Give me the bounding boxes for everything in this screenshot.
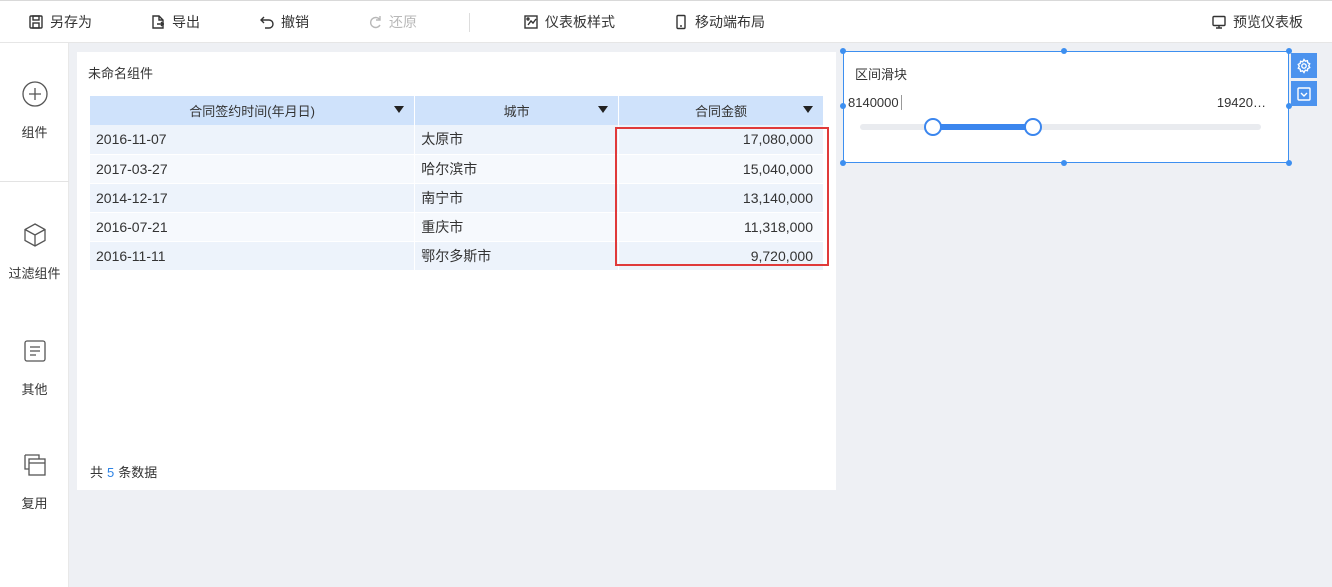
mobile-icon xyxy=(676,14,686,30)
palette-icon xyxy=(524,15,538,29)
city-cell: 南宁市 xyxy=(414,183,620,213)
table-widget[interactable]: 未命名组件 合同签约时间(年月日) 城市 合同金额 2016-11-07 太原市… xyxy=(77,52,836,490)
footer-suffix: 条数据 xyxy=(118,465,158,480)
column-header-date[interactable]: 合同签约时间(年月日) xyxy=(90,96,416,125)
widget-title: 未命名组件 xyxy=(88,66,154,81)
slider-max-value[interactable]: 19420… xyxy=(1217,95,1266,110)
date-cell: 2016-11-11 xyxy=(90,241,416,271)
column-header-label: 合同金额 xyxy=(695,104,748,119)
amount-cell: 9,720,000 xyxy=(618,241,824,271)
save-icon xyxy=(29,15,43,29)
document-icon xyxy=(23,340,46,362)
widget-settings-button[interactable] xyxy=(1291,53,1317,78)
column-header-amount[interactable]: 合同金额 xyxy=(618,96,824,125)
slider-start-handle[interactable] xyxy=(924,118,942,136)
footer-prefix: 共 xyxy=(90,465,104,480)
table-header-row: 合同签约时间(年月日) 城市 合同金额 xyxy=(90,96,824,125)
redo-label: 还原 xyxy=(389,14,417,30)
date-cell: 2016-07-21 xyxy=(90,212,416,242)
slider-min-value[interactable]: 8140000 xyxy=(848,95,902,110)
table-row: 2014-12-17 南宁市 13,140,000 xyxy=(90,183,824,213)
dashboard-style-label: 仪表板样式 xyxy=(545,14,615,30)
sidebar-item-label: 复用 xyxy=(21,496,48,511)
monitor-icon xyxy=(1212,15,1226,29)
sidebar-item-label: 组件 xyxy=(21,125,48,140)
preview-label: 预览仪表板 xyxy=(1233,14,1303,30)
row-count-footer: 共 5 条数据 xyxy=(90,462,157,481)
date-cell: 2014-12-17 xyxy=(90,183,416,213)
column-header-city[interactable]: 城市 xyxy=(414,96,620,125)
column-header-label: 合同签约时间(年月日) xyxy=(189,104,315,119)
export-icon xyxy=(152,15,164,29)
resize-handle[interactable] xyxy=(1061,48,1067,54)
slider-title: 区间滑块 xyxy=(855,67,908,82)
column-header-label: 城市 xyxy=(503,104,530,119)
component-sidebar: 组件 过滤组件 其他 复用 xyxy=(0,43,69,587)
chevron-down-icon xyxy=(1297,86,1311,101)
amount-cell: 17,080,000 xyxy=(618,125,824,155)
top-toolbar: 另存为 导出 撤销 还原 仪表板样式 移动端布局 预览仪表板 xyxy=(0,0,1332,43)
redo-icon xyxy=(370,16,381,29)
amount-cell: 11,318,000 xyxy=(618,212,824,242)
cube-icon xyxy=(23,223,46,247)
city-cell: 重庆市 xyxy=(414,212,620,242)
mobile-layout-button[interactable]: 移动端布局 xyxy=(673,12,765,32)
sidebar-item-reuse[interactable]: 复用 xyxy=(0,451,69,512)
amount-cell: 13,140,000 xyxy=(618,183,824,213)
resize-handle[interactable] xyxy=(840,103,846,109)
export-button[interactable]: 导出 xyxy=(150,12,200,32)
undo-label: 撤销 xyxy=(281,14,309,30)
resize-handle[interactable] xyxy=(1061,160,1067,166)
save-as-button[interactable]: 另存为 xyxy=(28,12,92,32)
dashboard-style-button[interactable]: 仪表板样式 xyxy=(523,12,615,32)
city-cell: 太原市 xyxy=(414,125,620,155)
save-as-label: 另存为 xyxy=(50,14,92,30)
sidebar-divider xyxy=(0,181,69,182)
date-cell: 2016-11-07 xyxy=(90,125,416,155)
gear-icon xyxy=(1297,57,1311,74)
mobile-layout-label: 移动端布局 xyxy=(695,14,765,30)
sort-dropdown-icon[interactable] xyxy=(803,106,813,113)
city-cell: 哈尔滨市 xyxy=(414,154,620,184)
export-label: 导出 xyxy=(172,14,200,30)
table-row: 2016-11-11 鄂尔多斯市 9,720,000 xyxy=(90,241,824,271)
amount-cell: 15,040,000 xyxy=(618,154,824,184)
resize-handle[interactable] xyxy=(840,160,846,166)
sidebar-item-filter-components[interactable]: 过滤组件 xyxy=(0,221,69,282)
slider-end-handle[interactable] xyxy=(1024,118,1042,136)
table-row: 2017-03-27 哈尔滨市 15,040,000 xyxy=(90,154,824,184)
redo-button[interactable]: 还原 xyxy=(367,12,417,32)
sidebar-item-others[interactable]: 其他 xyxy=(0,337,69,398)
preview-dashboard-button[interactable]: 预览仪表板 xyxy=(1211,12,1303,32)
sidebar-item-label: 过滤组件 xyxy=(8,266,61,281)
undo-icon xyxy=(260,16,274,29)
sort-dropdown-icon[interactable] xyxy=(394,106,405,113)
plus-circle-icon xyxy=(21,81,48,107)
city-cell: 鄂尔多斯市 xyxy=(414,241,620,271)
table-row: 2016-07-21 重庆市 11,318,000 xyxy=(90,212,824,242)
data-table: 合同签约时间(年月日) 城市 合同金额 2016-11-07 太原市 17,08… xyxy=(90,96,824,271)
table-row: 2016-11-07 太原市 17,080,000 xyxy=(90,125,824,155)
resize-handle[interactable] xyxy=(840,48,846,54)
row-count: 5 xyxy=(107,465,115,480)
date-cell: 2017-03-27 xyxy=(90,154,416,184)
resize-handle[interactable] xyxy=(1286,160,1292,166)
slider-range-fill xyxy=(933,124,1034,130)
sidebar-item-components[interactable]: 组件 xyxy=(0,80,69,141)
widget-dropdown-button[interactable] xyxy=(1291,81,1317,106)
sidebar-item-label: 其他 xyxy=(21,382,48,397)
undo-button[interactable]: 撤销 xyxy=(259,12,309,32)
toolbar-divider xyxy=(469,13,470,32)
copy-stack-icon xyxy=(23,454,46,476)
sort-dropdown-icon[interactable] xyxy=(598,106,609,113)
interval-slider-widget[interactable]: 区间滑块 8140000 19420… xyxy=(843,51,1289,163)
slider-track[interactable] xyxy=(860,124,1261,130)
